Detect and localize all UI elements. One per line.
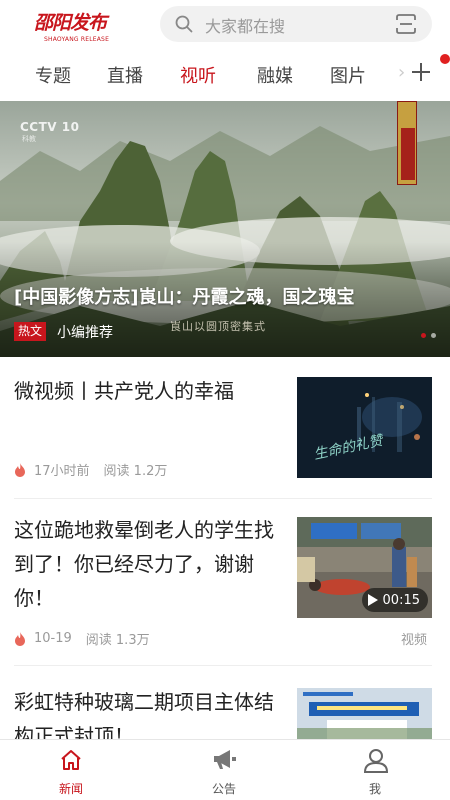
duration-text: 00:15 bbox=[382, 592, 420, 608]
app-logo[interactable]: 邵阳发布 SHAOYANG RELEASE bbox=[34, 8, 149, 43]
logo-subtitle: SHAOYANG RELEASE bbox=[44, 36, 110, 43]
divider bbox=[14, 498, 432, 499]
fire-icon bbox=[15, 631, 25, 646]
carousel-dot bbox=[431, 333, 436, 338]
logo-text: 邵阳发布 bbox=[34, 12, 107, 34]
news-meta-1: 17小时前 阅读 1.2万 bbox=[14, 460, 167, 479]
news-thumbnail-2[interactable]: 00:15 bbox=[297, 517, 432, 618]
divider bbox=[14, 665, 432, 666]
tab-more-partial[interactable]: › bbox=[398, 62, 405, 83]
notification-dot bbox=[440, 54, 450, 64]
news-thumbnail-1[interactable]: 生命的礼赞 bbox=[297, 377, 432, 478]
video-type-label: 视频 bbox=[401, 633, 428, 648]
news-title-1[interactable]: 微视频丨共产党人的幸福 bbox=[14, 374, 284, 408]
user-icon bbox=[363, 749, 389, 773]
banner-subtitle: 小编推荐 bbox=[57, 325, 113, 341]
header: 邵阳发布 SHAOYANG RELEASE 大家都在搜 bbox=[0, 0, 450, 50]
tab-special[interactable]: 专题 bbox=[35, 62, 71, 88]
carousel-dot-active bbox=[421, 333, 426, 338]
banner-title[interactable]: [中国影像方志]崀山：丹霞之魂，国之瑰宝 bbox=[14, 283, 354, 309]
news-thumbnail-3[interactable] bbox=[297, 688, 432, 739]
tab-media[interactable]: 融媒 bbox=[257, 62, 293, 88]
news-meta-2: 10-19 阅读 1.3万 bbox=[14, 629, 150, 648]
fire-icon bbox=[15, 462, 25, 477]
seal-decoration bbox=[397, 101, 417, 185]
nav-announcement[interactable]: 公告 bbox=[184, 740, 264, 800]
nav-label-me: 我 bbox=[368, 782, 381, 796]
news-time: 17小时前 bbox=[34, 464, 90, 479]
add-channel-icon[interactable] bbox=[410, 61, 432, 83]
tab-pictures[interactable]: 图片 bbox=[330, 62, 366, 88]
channel-tabs: · 专题 直播 视听 融媒 图片 › bbox=[0, 50, 450, 100]
search-placeholder: 大家都在搜 bbox=[205, 17, 286, 36]
carousel-indicator bbox=[421, 333, 436, 338]
thumbnail-image bbox=[297, 688, 432, 739]
megaphone-icon bbox=[214, 750, 236, 769]
nav-news[interactable]: 新闻 bbox=[31, 740, 111, 800]
video-duration: 00:15 bbox=[361, 588, 428, 612]
search-bar[interactable]: 大家都在搜 bbox=[160, 6, 432, 42]
banner-caption: 崀山以圆顶密集式 bbox=[170, 320, 266, 333]
nav-label-news: 新闻 bbox=[58, 782, 83, 796]
nav-label-announcement: 公告 bbox=[211, 782, 236, 796]
seal-inner bbox=[401, 128, 415, 180]
tab-live[interactable]: 直播 bbox=[107, 62, 143, 88]
bottom-nav: 新闻 公告 我 bbox=[0, 739, 450, 800]
news-title-2[interactable]: 这位跪地救晕倒老人的学生找到了！你已经尽力了，谢谢你！ bbox=[14, 513, 284, 615]
tab-audiovisual[interactable]: 视听 bbox=[180, 62, 216, 88]
news-reads: 阅读 1.2万 bbox=[103, 464, 168, 479]
play-icon bbox=[367, 594, 378, 606]
news-reads: 阅读 1.3万 bbox=[85, 633, 150, 648]
home-icon bbox=[61, 750, 81, 770]
channel-sub: 科教 bbox=[22, 135, 36, 143]
scan-icon[interactable] bbox=[395, 13, 417, 35]
search-icon bbox=[175, 15, 193, 33]
channel-logo: CCTV 10 bbox=[20, 120, 80, 134]
news-time: 10-19 bbox=[34, 631, 72, 646]
nav-me[interactable]: 我 bbox=[335, 740, 415, 800]
hot-tag-badge: 热文 bbox=[14, 322, 46, 341]
